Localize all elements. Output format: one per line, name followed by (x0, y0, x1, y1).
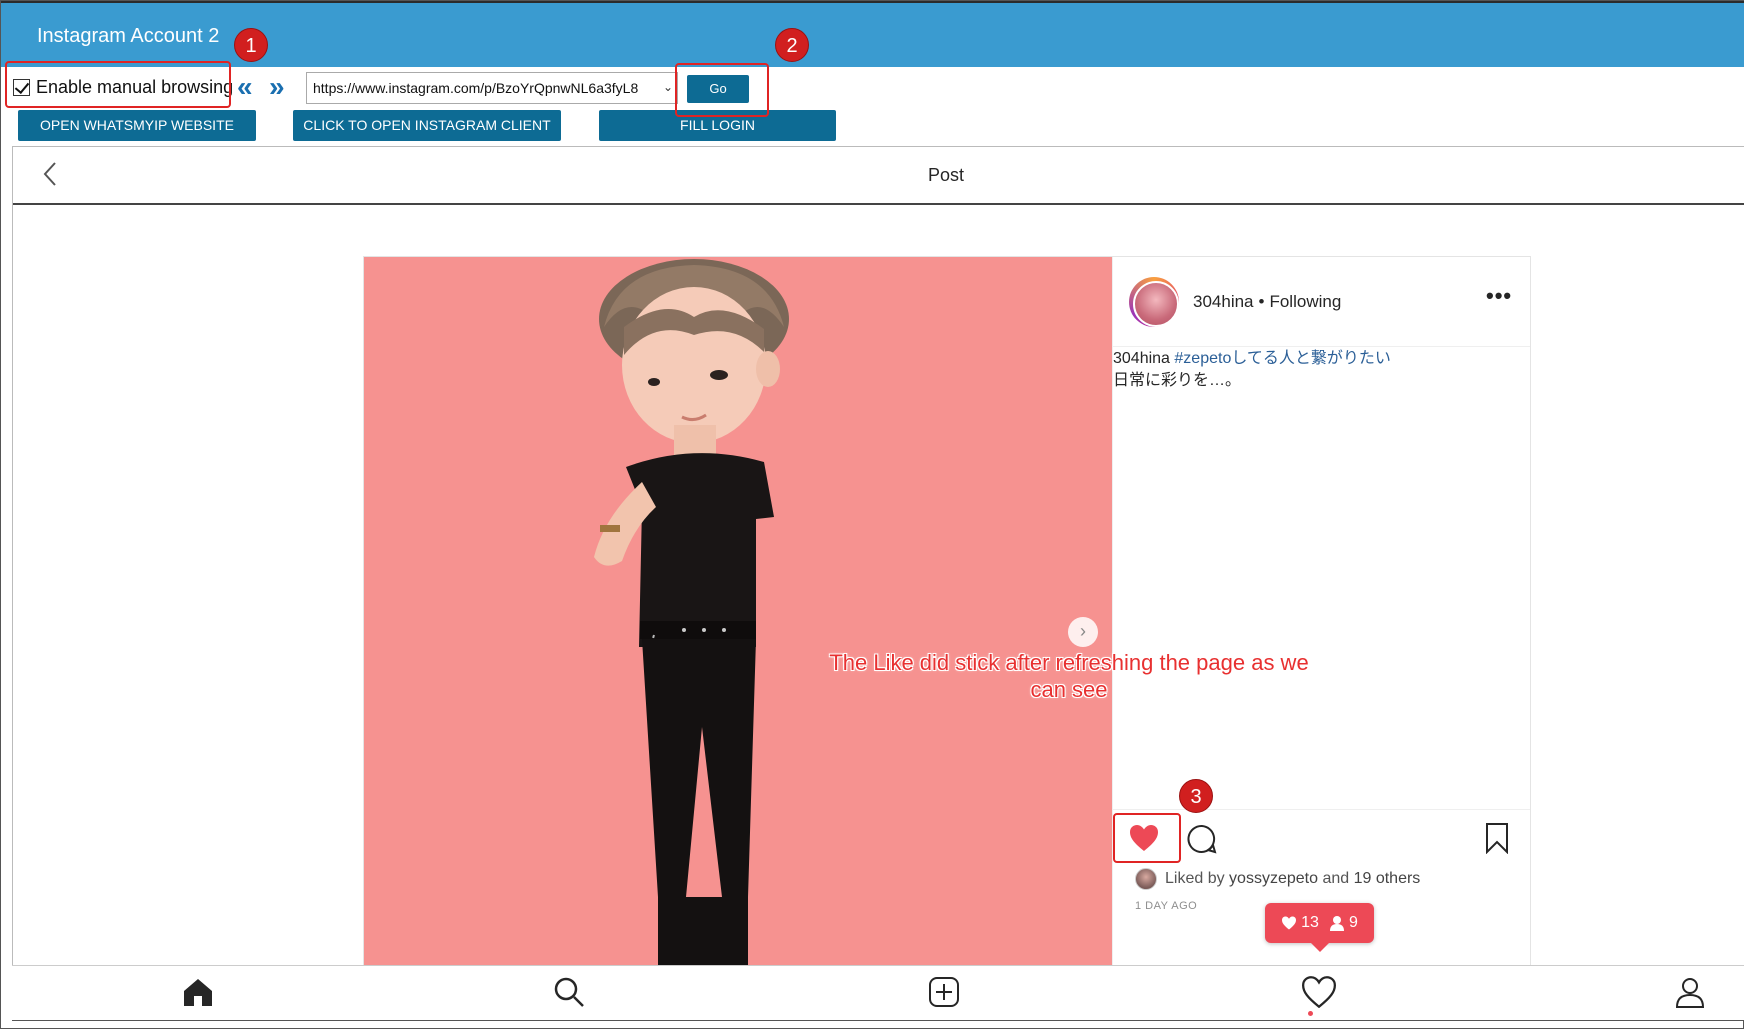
browser-view: Post › 304hina • Following ••• 304hina #… (12, 146, 1744, 1020)
annotation-box-manual-browsing (5, 61, 231, 108)
chevron-left-icon[interactable] (41, 159, 59, 197)
profile-icon[interactable] (1674, 976, 1706, 1013)
notif-likes-count: 13 (1301, 914, 1319, 931)
annotation-badge-2: 2 (775, 28, 809, 62)
url-combobox[interactable]: https://www.instagram.com/p/BzoYrQpnwNL6… (306, 72, 678, 104)
liked-by-others[interactable]: 19 others (1354, 870, 1421, 888)
window-title: Instagram Account 2 (37, 25, 220, 47)
follow-status[interactable]: Following (1269, 292, 1341, 311)
liked-by-line: Liked by yossyzepeto and 19 others (1135, 868, 1420, 890)
activity-indicator-dot (1308, 1011, 1313, 1016)
liked-by-and: and (1322, 870, 1350, 887)
author-line: 304hina • Following (1193, 292, 1341, 312)
activity-heart-icon[interactable] (1301, 976, 1337, 1013)
annotation-badge-3: 3 (1179, 779, 1213, 813)
more-options-icon[interactable]: ••• (1486, 283, 1512, 309)
heart-icon (1282, 916, 1297, 930)
caption-username[interactable]: 304hina (1113, 350, 1170, 367)
home-icon[interactable] (182, 976, 214, 1013)
caption-line-2: 日常に彩りを…。 (1113, 372, 1242, 389)
liker-avatar[interactable] (1135, 868, 1157, 890)
url-text: https://www.instagram.com/p/BzoYrQpnwNL6… (313, 80, 639, 96)
caption-line-1: 304hina #zepetoしてる人と繋がりたい (1113, 348, 1530, 370)
new-post-icon[interactable] (928, 976, 960, 1013)
liked-by-prefix: Liked by (1165, 870, 1225, 887)
notif-likes: 13 (1281, 914, 1319, 932)
bottom-navigation (12, 965, 1744, 1021)
post-header: Post (13, 147, 1744, 205)
notif-followers: 9 (1329, 914, 1358, 932)
annotation-box-like (1113, 813, 1181, 863)
post-caption: 304hina #zepetoしてる人と繋がりたい 日常に彩りを…。 (1113, 348, 1530, 392)
liked-by-user[interactable]: yossyzepeto (1229, 870, 1318, 888)
open-whatsmyip-button[interactable]: OPEN WHATSMYIP WEBSITE (18, 110, 256, 141)
post-author-header: 304hina • Following ••• (1113, 257, 1530, 347)
caption-text-1: してる人と繋がりたい (1231, 350, 1391, 367)
annotation-box-go (675, 63, 769, 117)
back-button[interactable]: « (237, 73, 253, 101)
separator-dot: • (1258, 292, 1265, 311)
activity-notification-bubble[interactable]: 13 9 (1265, 903, 1374, 952)
post-card: › 304hina • Following ••• 304hina #zepetoし… (363, 256, 1531, 966)
person-icon (1329, 916, 1344, 931)
app-window: Instagram Account 2 Enable manual browsi… (0, 0, 1744, 1029)
bookmark-icon[interactable] (1485, 822, 1509, 859)
next-image-button[interactable]: › (1068, 617, 1098, 647)
forward-button[interactable]: » (269, 73, 285, 101)
annotation-note: The Like did stick after refreshing the … (829, 650, 1309, 702)
page-title: Post (928, 165, 965, 185)
annotation-badge-1: 1 (234, 28, 268, 62)
avatar[interactable] (1129, 277, 1179, 327)
search-icon[interactable] (553, 976, 585, 1013)
post-image[interactable]: › (364, 257, 1112, 965)
post-timestamp: 1 DAY AGO (1135, 900, 1198, 912)
caption-hashtag[interactable]: #zepeto (1174, 350, 1231, 367)
toolbar: Enable manual browsing « » https://www.i… (1, 67, 1744, 147)
chevron-down-icon[interactable]: ⌄ (663, 80, 673, 94)
zepeto-character-illustration (594, 259, 789, 965)
notif-followers-count: 9 (1348, 914, 1358, 931)
comment-icon[interactable] (1187, 824, 1217, 859)
author-username[interactable]: 304hina (1193, 292, 1254, 311)
open-instagram-client-button[interactable]: CLICK TO OPEN INSTAGRAM CLIENT (293, 110, 561, 141)
